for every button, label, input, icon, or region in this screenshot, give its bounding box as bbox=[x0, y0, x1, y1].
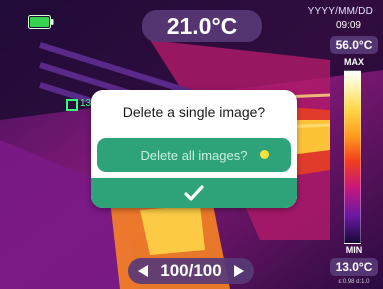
battery-icon bbox=[28, 15, 54, 29]
previous-image-button[interactable] bbox=[136, 263, 150, 279]
page-counter: 100/100 bbox=[160, 261, 222, 280]
crosshair-temperature-text: 13 bbox=[80, 98, 92, 109]
date-label: YYYY/MM/DD bbox=[307, 6, 373, 17]
color-scale-bar bbox=[344, 70, 361, 244]
next-image-button[interactable] bbox=[232, 263, 246, 279]
thermal-camera-screen: 21.0°C YYYY/MM/DD 09:09 56.0°C MAX MIN 1… bbox=[0, 0, 383, 289]
triangle-right-icon bbox=[233, 265, 244, 277]
emissivity-distance-label: ε:0.98 d:1.0 bbox=[338, 279, 370, 285]
min-temperature-readout: 13.0°C bbox=[330, 258, 378, 276]
time-label: 09:09 bbox=[335, 20, 361, 31]
delete-all-option[interactable]: Delete all images? bbox=[97, 138, 291, 172]
max-label: MAX bbox=[344, 57, 364, 67]
delete-dialog: Delete a single image? Delete all images… bbox=[91, 90, 297, 208]
center-temperature-readout: 21.0°C bbox=[142, 10, 262, 42]
image-pager: 100/100 bbox=[128, 258, 254, 284]
delete-all-option-label: Delete all images? bbox=[140, 147, 248, 163]
checkmark-icon bbox=[184, 185, 204, 201]
selection-dot-icon bbox=[260, 150, 269, 159]
confirm-button[interactable] bbox=[91, 178, 297, 208]
crosshair-icon bbox=[66, 99, 78, 111]
triangle-left-icon bbox=[138, 265, 148, 277]
max-temperature-readout: 56.0°C bbox=[330, 36, 378, 54]
dialog-title: Delete a single image? bbox=[122, 104, 266, 120]
min-label: MIN bbox=[345, 245, 363, 255]
